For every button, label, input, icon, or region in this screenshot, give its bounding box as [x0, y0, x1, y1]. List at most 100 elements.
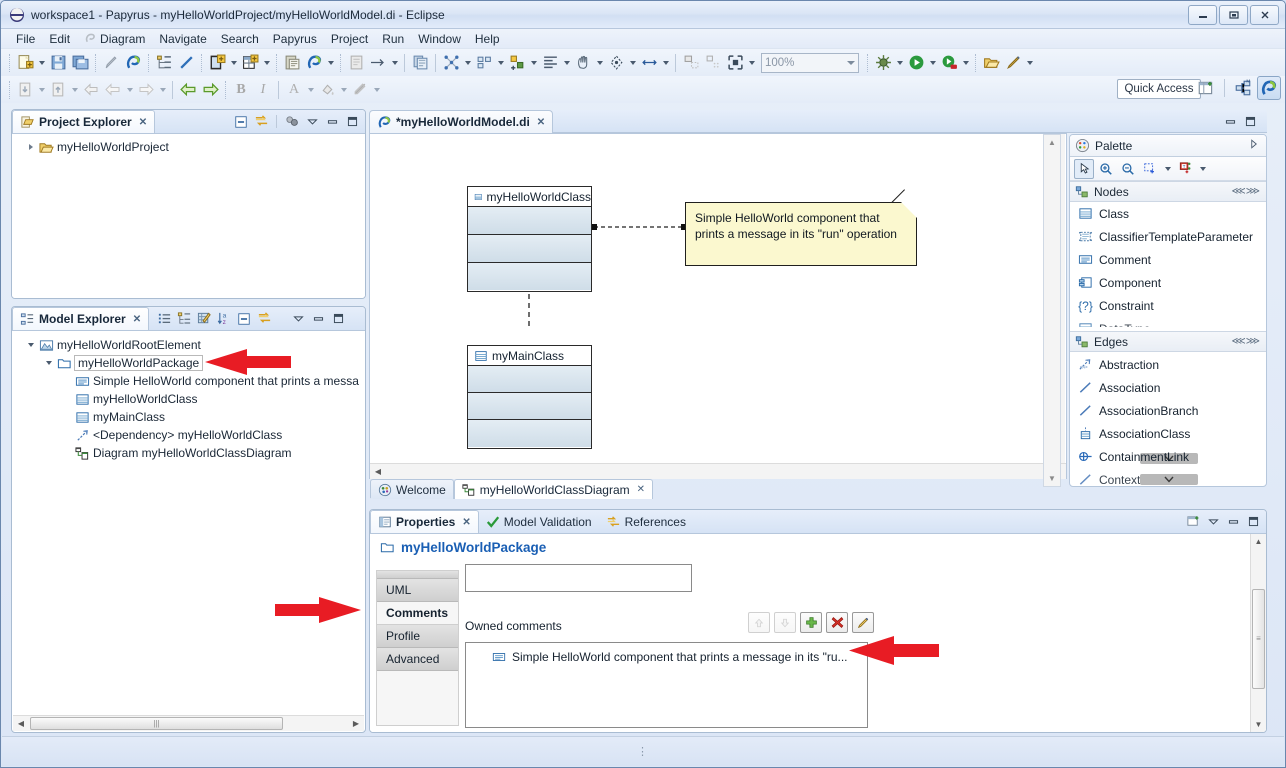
zoom-in-icon[interactable] — [1096, 159, 1116, 179]
link-pen-button[interactable] — [100, 52, 122, 74]
right-arrow-dropdown[interactable] — [157, 79, 168, 101]
papyrus-model-button[interactable] — [303, 52, 325, 74]
modeling-perspective-button[interactable]: M — [1231, 76, 1255, 100]
new-wizard-button[interactable] — [14, 52, 36, 74]
vscroll-thumb[interactable]: ≡ — [1252, 589, 1265, 689]
new-properties-view-icon[interactable] — [1184, 513, 1202, 531]
tree-row[interactable]: <Dependency> myHelloWorldClass — [12, 426, 365, 444]
maximize-icon[interactable] — [343, 113, 361, 131]
collapse-all-icon[interactable] — [232, 113, 250, 131]
palette-item-containmentlink[interactable]: ContainmentLink — [1070, 445, 1266, 468]
scroll-down-arrow[interactable]: ▼ — [1044, 471, 1060, 486]
menu-diagram[interactable]: Diagram — [77, 31, 152, 47]
tab-model-validation[interactable]: Model Validation — [479, 510, 599, 533]
palette-item-component[interactable]: Component — [1070, 271, 1266, 294]
save-all-button[interactable] — [69, 52, 91, 74]
papyrus-perspective-button-active[interactable] — [1257, 76, 1281, 100]
owned-comments-list[interactable]: Simple HelloWorld component that prints … — [465, 642, 868, 728]
close-button[interactable] — [1250, 5, 1279, 25]
menu-run[interactable]: Run — [375, 31, 411, 47]
align-left-button[interactable] — [539, 52, 561, 74]
close-icon[interactable]: ✕ — [462, 517, 470, 528]
align-grid-dropdown[interactable] — [528, 52, 539, 74]
papyrus-model-dropdown[interactable] — [325, 52, 336, 74]
palette-edges-scroll-down[interactable] — [1140, 474, 1198, 485]
palette-item-classifiertemplateparameter[interactable]: ClassifierTemplateParameter — [1070, 225, 1266, 248]
tab-model-explorer[interactable]: Model Explorer ✕ — [12, 307, 150, 330]
minimize-button[interactable] — [1188, 5, 1217, 25]
search-pen-dropdown[interactable] — [1024, 52, 1035, 74]
uml-class-operations-compartment[interactable] — [468, 393, 591, 420]
maximize-icon[interactable] — [1241, 112, 1259, 130]
menu-navigate[interactable]: Navigate — [152, 31, 213, 47]
fill-color-button[interactable] — [316, 79, 338, 101]
sort-az-icon[interactable]: az — [215, 310, 233, 328]
export-button[interactable] — [47, 79, 69, 101]
minimize-icon[interactable] — [1224, 513, 1242, 531]
select-icon[interactable] — [1074, 158, 1094, 179]
palette-item-abstraction[interactable]: <A> Abstraction — [1070, 353, 1266, 376]
scroll-left-arrow[interactable]: ◀ — [13, 716, 29, 731]
new-table-button[interactable] — [239, 52, 261, 74]
tab-welcome[interactable]: Welcome — [370, 479, 454, 499]
page-button[interactable] — [345, 52, 367, 74]
view-filter-icon[interactable] — [283, 113, 301, 131]
add-button[interactable] — [800, 612, 822, 633]
right-arrow-button[interactable] — [135, 79, 157, 101]
edit-button[interactable] — [852, 612, 874, 633]
tree-row[interactable]: myHelloWorldPackage — [12, 354, 365, 372]
properties-side-tab-partial[interactable] — [377, 571, 458, 579]
maximize-icon[interactable] — [329, 310, 347, 328]
list-icon[interactable] — [155, 310, 173, 328]
back-button[interactable] — [80, 79, 102, 101]
delete-button[interactable] — [826, 612, 848, 633]
open-perspective-button[interactable] — [1194, 76, 1218, 100]
font-color-dropdown[interactable] — [305, 79, 316, 101]
new-table-dropdown[interactable] — [261, 52, 272, 74]
distribute-dropdown[interactable] — [495, 52, 506, 74]
marquee-icon[interactable] — [1140, 159, 1160, 179]
uml-class-attributes-compartment[interactable] — [468, 366, 591, 393]
tree-row[interactable]: myMainClass — [12, 408, 365, 426]
scroll-up-arrow[interactable]: ▲ — [1044, 135, 1060, 150]
coverage-button[interactable] — [938, 52, 960, 74]
view-menu-icon[interactable] — [1204, 513, 1222, 531]
palette-item-comment[interactable]: Comment — [1070, 248, 1266, 271]
next-button[interactable] — [199, 79, 221, 101]
coverage-dropdown[interactable] — [960, 52, 971, 74]
distribute-button[interactable] — [473, 52, 495, 74]
prev-button[interactable] — [177, 79, 199, 101]
link-with-editor-icon[interactable] — [255, 310, 273, 328]
tab-myhelloworldclassdiagram[interactable]: myHelloWorldClassDiagram ✕ — [453, 479, 653, 499]
debug-button[interactable] — [872, 52, 894, 74]
close-icon[interactable]: ✕ — [637, 484, 645, 495]
palette-vscrollbar[interactable]: ▲ ▼ — [1043, 134, 1061, 487]
duplicate-button[interactable] — [409, 52, 431, 74]
run-button[interactable] — [905, 52, 927, 74]
model-explorer-hscrollbar[interactable]: ◀ ||| ▶ — [13, 715, 364, 731]
collapse-drawer-icon[interactable]: ⋘⋙ — [1232, 186, 1260, 197]
palette-item-constraint[interactable]: {?} Constraint — [1070, 294, 1266, 317]
shape-node-dropdown[interactable] — [627, 52, 638, 74]
palette-item-association[interactable]: Association — [1070, 376, 1266, 399]
save-button[interactable] — [47, 52, 69, 74]
tab-properties[interactable]: Properties ✕ — [370, 510, 479, 533]
bold-button[interactable]: B — [230, 79, 252, 101]
fill-color-dropdown[interactable] — [338, 79, 349, 101]
outline-tree-button[interactable] — [153, 52, 175, 74]
papyrus-perspective-button[interactable] — [122, 52, 144, 74]
properties-side-tab-comments[interactable]: Comments — [377, 602, 458, 625]
minimize-icon[interactable] — [1221, 112, 1239, 130]
body-text-field[interactable] — [465, 564, 692, 592]
pencil-line-button[interactable] — [175, 52, 197, 74]
view-menu-icon[interactable] — [289, 310, 307, 328]
arrow-right-button[interactable] — [367, 52, 389, 74]
tree-icon[interactable] — [175, 310, 193, 328]
diagram-canvas[interactable]: myHelloWorldClass myMainClass Simple Hel… — [369, 133, 1067, 479]
new-diagram-dropdown[interactable] — [228, 52, 239, 74]
export-dropdown[interactable] — [69, 79, 80, 101]
properties-side-tab-uml[interactable]: UML — [377, 579, 458, 602]
resize-horizontal-button[interactable] — [638, 52, 660, 74]
uml-class-nested-compartment[interactable] — [468, 263, 591, 290]
new-diagram-button[interactable] — [206, 52, 228, 74]
